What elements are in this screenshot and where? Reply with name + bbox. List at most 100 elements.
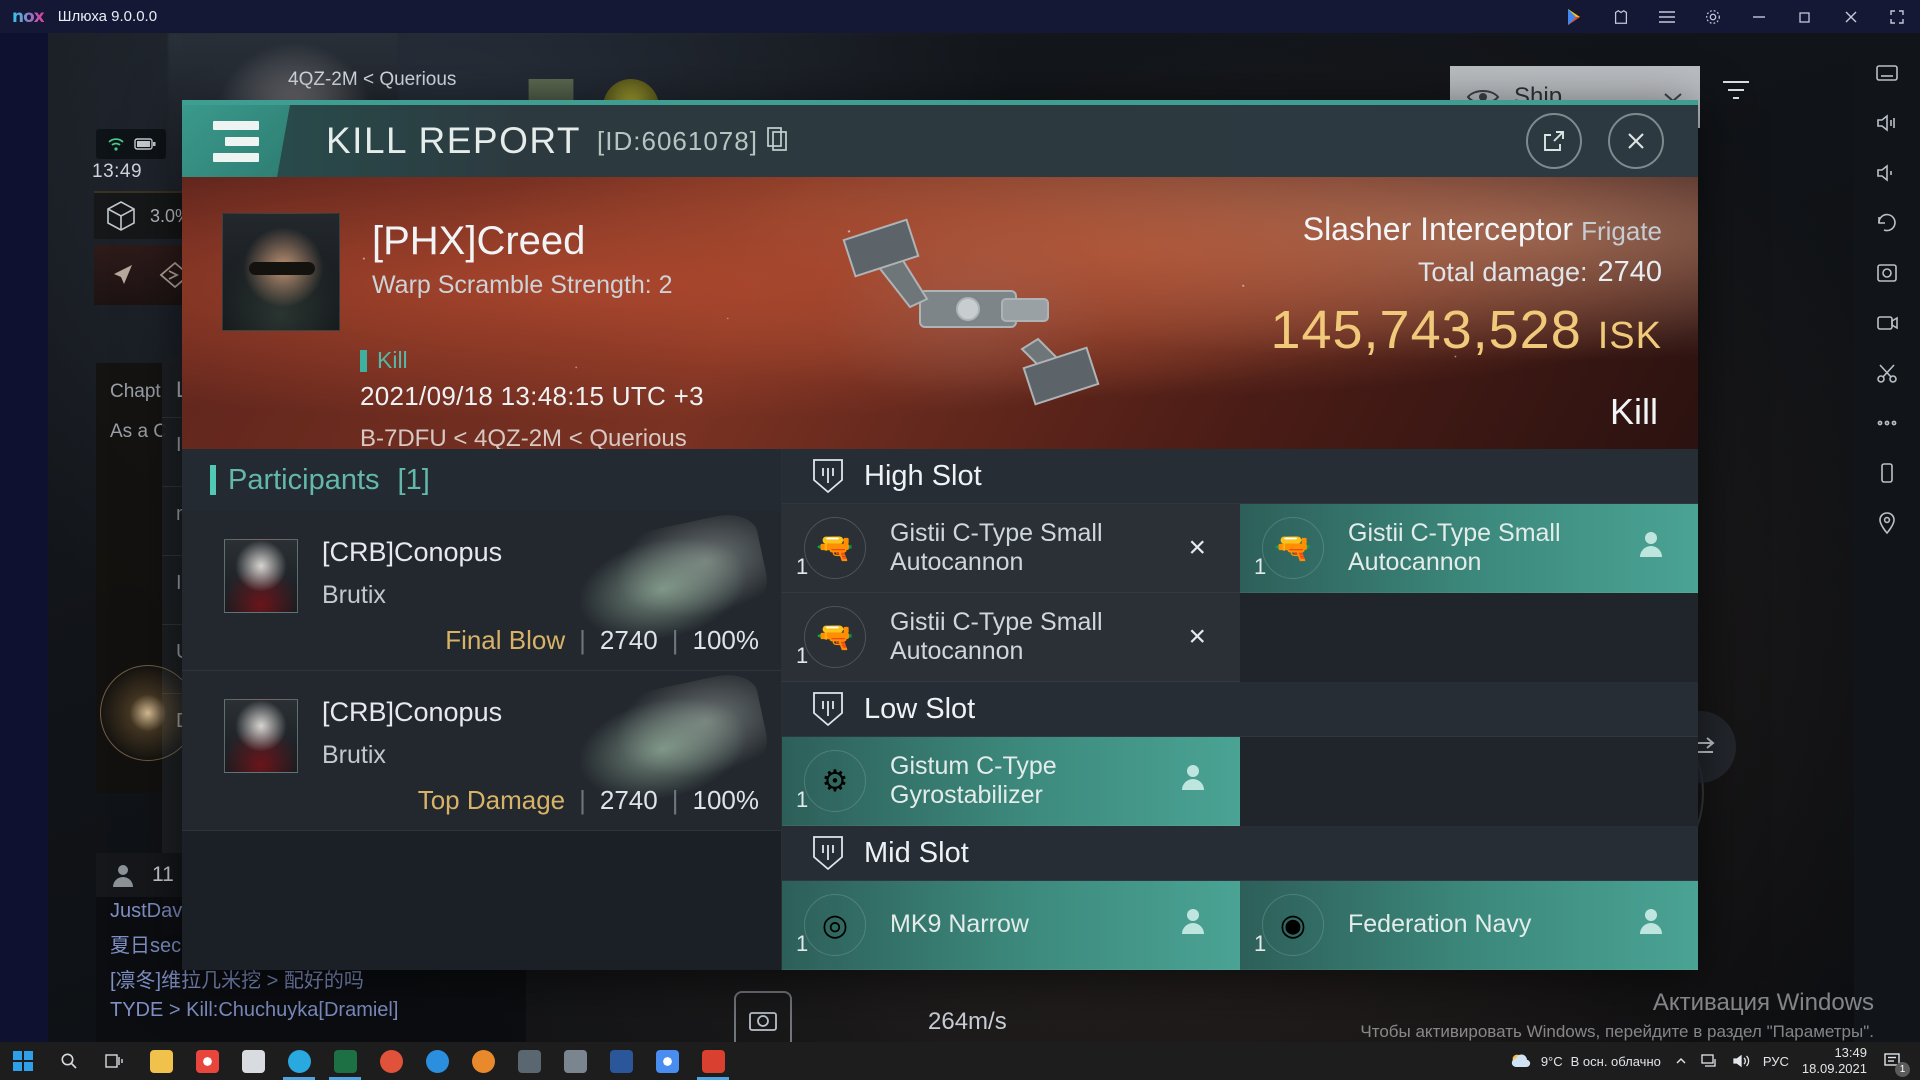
module-row[interactable]: ⚙ 1 Gistum C-Type Gyrostabilizer: [782, 737, 1240, 826]
participant-damage: 2740: [599, 785, 658, 815]
slot-title: High Slot: [864, 459, 982, 492]
weather-widget[interactable]: 9°C В осн. облачно: [1509, 1052, 1661, 1070]
rotate-icon[interactable]: [1875, 211, 1899, 235]
module-row[interactable]: 🔫 1 Gistii C-Type Small Autocannon ×: [782, 593, 1240, 682]
menu-icon[interactable]: [1644, 0, 1690, 33]
taskbar-app-chrome-2[interactable]: [644, 1042, 690, 1080]
notification-badge: 1: [1895, 1062, 1910, 1077]
burger-lines: [213, 120, 259, 162]
slot-header-low: Low Slot: [782, 682, 1698, 737]
gear-icon[interactable]: [1690, 0, 1736, 33]
taskbar-app-word[interactable]: [598, 1042, 644, 1080]
slot-header-high: High Slot: [782, 449, 1698, 504]
dialog-header: KILL REPORT [ID:6061078]: [182, 105, 1698, 177]
person-icon: [1640, 532, 1662, 557]
module-row[interactable]: ◉ 1 Federation Navy: [1240, 881, 1698, 970]
app-icon: [471, 1049, 495, 1073]
module-owner-icon[interactable]: [1638, 530, 1664, 566]
participant-row[interactable]: [CRB]Conopus Brutix Final Blow | 2740 | …: [182, 508, 781, 671]
tray-time: 13:49: [1834, 1044, 1867, 1060]
high-slot-left-column: 🔫 1 Gistii C-Type Small Autocannon × 🔫 1…: [782, 504, 1240, 682]
taskbar-app-firefox[interactable]: [460, 1042, 506, 1080]
menu-burger-button[interactable]: [182, 105, 290, 177]
participants-column: Participants [1] [CRB]Conopus Brutix Fin…: [182, 449, 782, 970]
app-icon: [379, 1049, 403, 1073]
window-title: Шлюха 9.0.0.0: [57, 8, 158, 25]
low-slot-left-column: ⚙ 1 Gistum C-Type Gyrostabilizer: [782, 737, 1240, 826]
module-row[interactable]: ◎ 1 MK9 Narrow: [782, 881, 1240, 970]
google-play-icon[interactable]: [1552, 0, 1598, 33]
taskbar-app-firefox-dev[interactable]: [368, 1042, 414, 1080]
scissors-icon[interactable]: [1875, 361, 1899, 385]
app-icon: [517, 1049, 541, 1073]
search-icon[interactable]: [46, 1042, 92, 1080]
participant-row[interactable]: [CRB]Conopus Brutix Top Damage | 2740 | …: [182, 668, 781, 831]
volume-up-icon[interactable]: [1875, 111, 1899, 135]
person-icon: [1640, 909, 1662, 934]
tray-language[interactable]: РУС: [1763, 1054, 1789, 1069]
taskbar-app-skype[interactable]: [276, 1042, 322, 1080]
taskbar-app-file-explorer[interactable]: [138, 1042, 184, 1080]
person-icon: [1182, 765, 1204, 790]
victim-avatar: [222, 213, 340, 331]
participant-name: [CRB]Conopus: [322, 537, 503, 567]
taskbar-app-edge[interactable]: [414, 1042, 460, 1080]
tray-temperature: 9°C: [1540, 1053, 1563, 1069]
screenshot-icon[interactable]: [1875, 261, 1899, 285]
copy-icon[interactable]: [766, 126, 788, 157]
module-owner-icon[interactable]: [1180, 907, 1206, 943]
module-quantity: 1: [796, 643, 809, 668]
shirt-icon[interactable]: [1598, 0, 1644, 33]
module-owner-icon[interactable]: [1180, 763, 1206, 799]
volume-down-icon[interactable]: [1875, 161, 1899, 185]
minimize-icon[interactable]: [1736, 0, 1782, 33]
notification-center-icon[interactable]: 1: [1880, 1047, 1910, 1077]
cargo-box-icon: [107, 201, 135, 231]
stat-divider: |: [579, 625, 586, 655]
hud-clock: 13:49: [92, 161, 143, 182]
module-remove-icon[interactable]: ×: [1188, 531, 1206, 565]
keyboard-icon[interactable]: [1875, 61, 1899, 85]
volume-icon[interactable]: [1732, 1053, 1750, 1069]
participant-avatar: [224, 699, 298, 773]
participants-header: Participants [1]: [182, 449, 781, 511]
module-remove-icon[interactable]: ×: [1188, 620, 1206, 654]
taskbar-app-chrome[interactable]: [184, 1042, 230, 1080]
taskbar-app-misc[interactable]: [506, 1042, 552, 1080]
network-icon[interactable]: [1701, 1053, 1719, 1069]
module-glyph: 🔫: [1274, 531, 1312, 565]
taskbar-clock[interactable]: 13:49 18.09.2021: [1802, 1045, 1867, 1078]
chevron-up-icon[interactable]: [1674, 1054, 1688, 1068]
filter-icon[interactable]: [1720, 77, 1752, 108]
restore-icon[interactable]: [1782, 0, 1828, 33]
burger-line: [225, 136, 259, 146]
camera-button[interactable]: [734, 991, 792, 1043]
participant-percent: 100%: [692, 625, 760, 655]
taskbar-app-notepad[interactable]: [230, 1042, 276, 1080]
task-view-icon[interactable]: [92, 1042, 138, 1080]
fullscreen-icon[interactable]: [1874, 0, 1920, 33]
more-icon[interactable]: [1875, 411, 1899, 435]
kill-hero-banner: [PHX]Creed Warp Scramble Strength: 2 Kil…: [182, 177, 1698, 449]
taskbar-app-excel[interactable]: [322, 1042, 368, 1080]
share-button[interactable]: [1526, 113, 1582, 169]
taskbar-app-nox-player[interactable]: [690, 1042, 736, 1080]
module-glyph: ◎: [821, 908, 849, 942]
location-icon[interactable]: [1875, 511, 1899, 535]
close-dialog-button[interactable]: [1608, 113, 1664, 169]
module-row[interactable]: 🔫 1 Gistii C-Type Small Autocannon: [1240, 504, 1698, 593]
record-icon[interactable]: [1875, 311, 1899, 335]
taskbar-app-window[interactable]: [552, 1042, 598, 1080]
total-damage-value: 2740: [1597, 256, 1662, 288]
high-slot-grid: 🔫 1 Gistii C-Type Small Autocannon × 🔫 1…: [782, 504, 1698, 682]
close-icon[interactable]: [1828, 0, 1874, 33]
mid-slot-right-column: ◉ 1 Federation Navy: [1240, 881, 1698, 970]
emulator-titlebar: nox Шлюха 9.0.0.0: [0, 0, 1920, 33]
module-row[interactable]: 🔫 1 Gistii C-Type Small Autocannon ×: [782, 504, 1240, 593]
start-button[interactable]: [0, 1042, 46, 1080]
module-name: MK9 Narrow: [890, 910, 1029, 939]
module-name: Federation Navy: [1348, 910, 1532, 939]
shake-icon[interactable]: [1875, 461, 1899, 485]
kill-tag-label: Kill: [377, 347, 408, 373]
module-owner-icon[interactable]: [1638, 907, 1664, 943]
